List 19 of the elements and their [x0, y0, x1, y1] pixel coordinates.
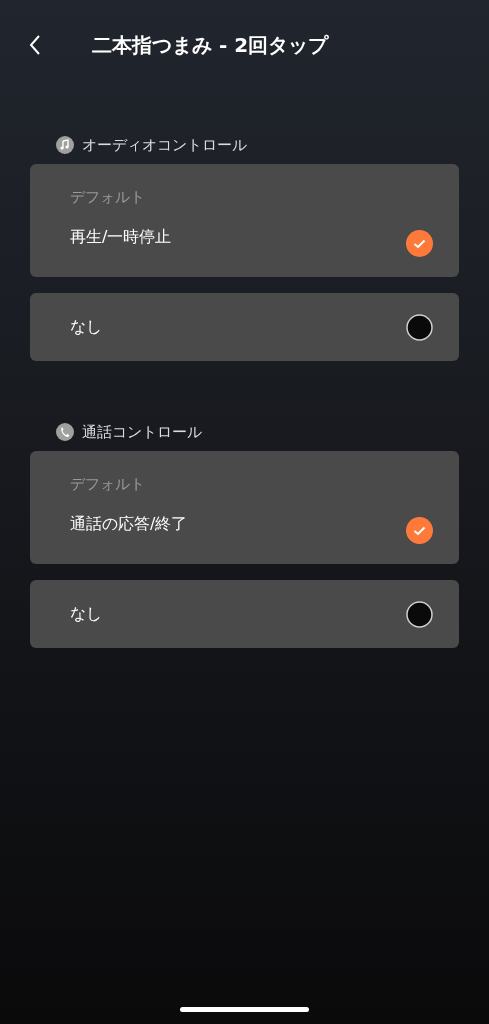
option-row[interactable]: なし [30, 293, 459, 361]
section-title: 通話コントロール [82, 421, 202, 443]
option-label: 再生/一時停止 [70, 226, 173, 248]
option-label: なし [70, 603, 103, 625]
radio-button[interactable] [406, 600, 433, 628]
check-icon[interactable] [406, 517, 433, 544]
option-label: 通話の応答/終了 [70, 513, 189, 535]
check-icon[interactable] [406, 230, 433, 257]
default-caption: デフォルト [70, 474, 146, 495]
option-row[interactable]: なし [30, 580, 459, 648]
screen-title: 二本指つまみ - 2回タップ [92, 33, 329, 57]
default-caption: デフォルト [70, 187, 146, 208]
section-title: オーディオコントロール [82, 134, 247, 156]
option-row[interactable]: デフォルト 通話の応答/終了 [30, 451, 459, 564]
radio-button[interactable] [406, 313, 433, 341]
phone-icon [56, 423, 74, 441]
option-row[interactable]: デフォルト 再生/一時停止 [30, 164, 459, 277]
option-label: なし [70, 316, 103, 338]
music-note-icon [56, 136, 74, 154]
